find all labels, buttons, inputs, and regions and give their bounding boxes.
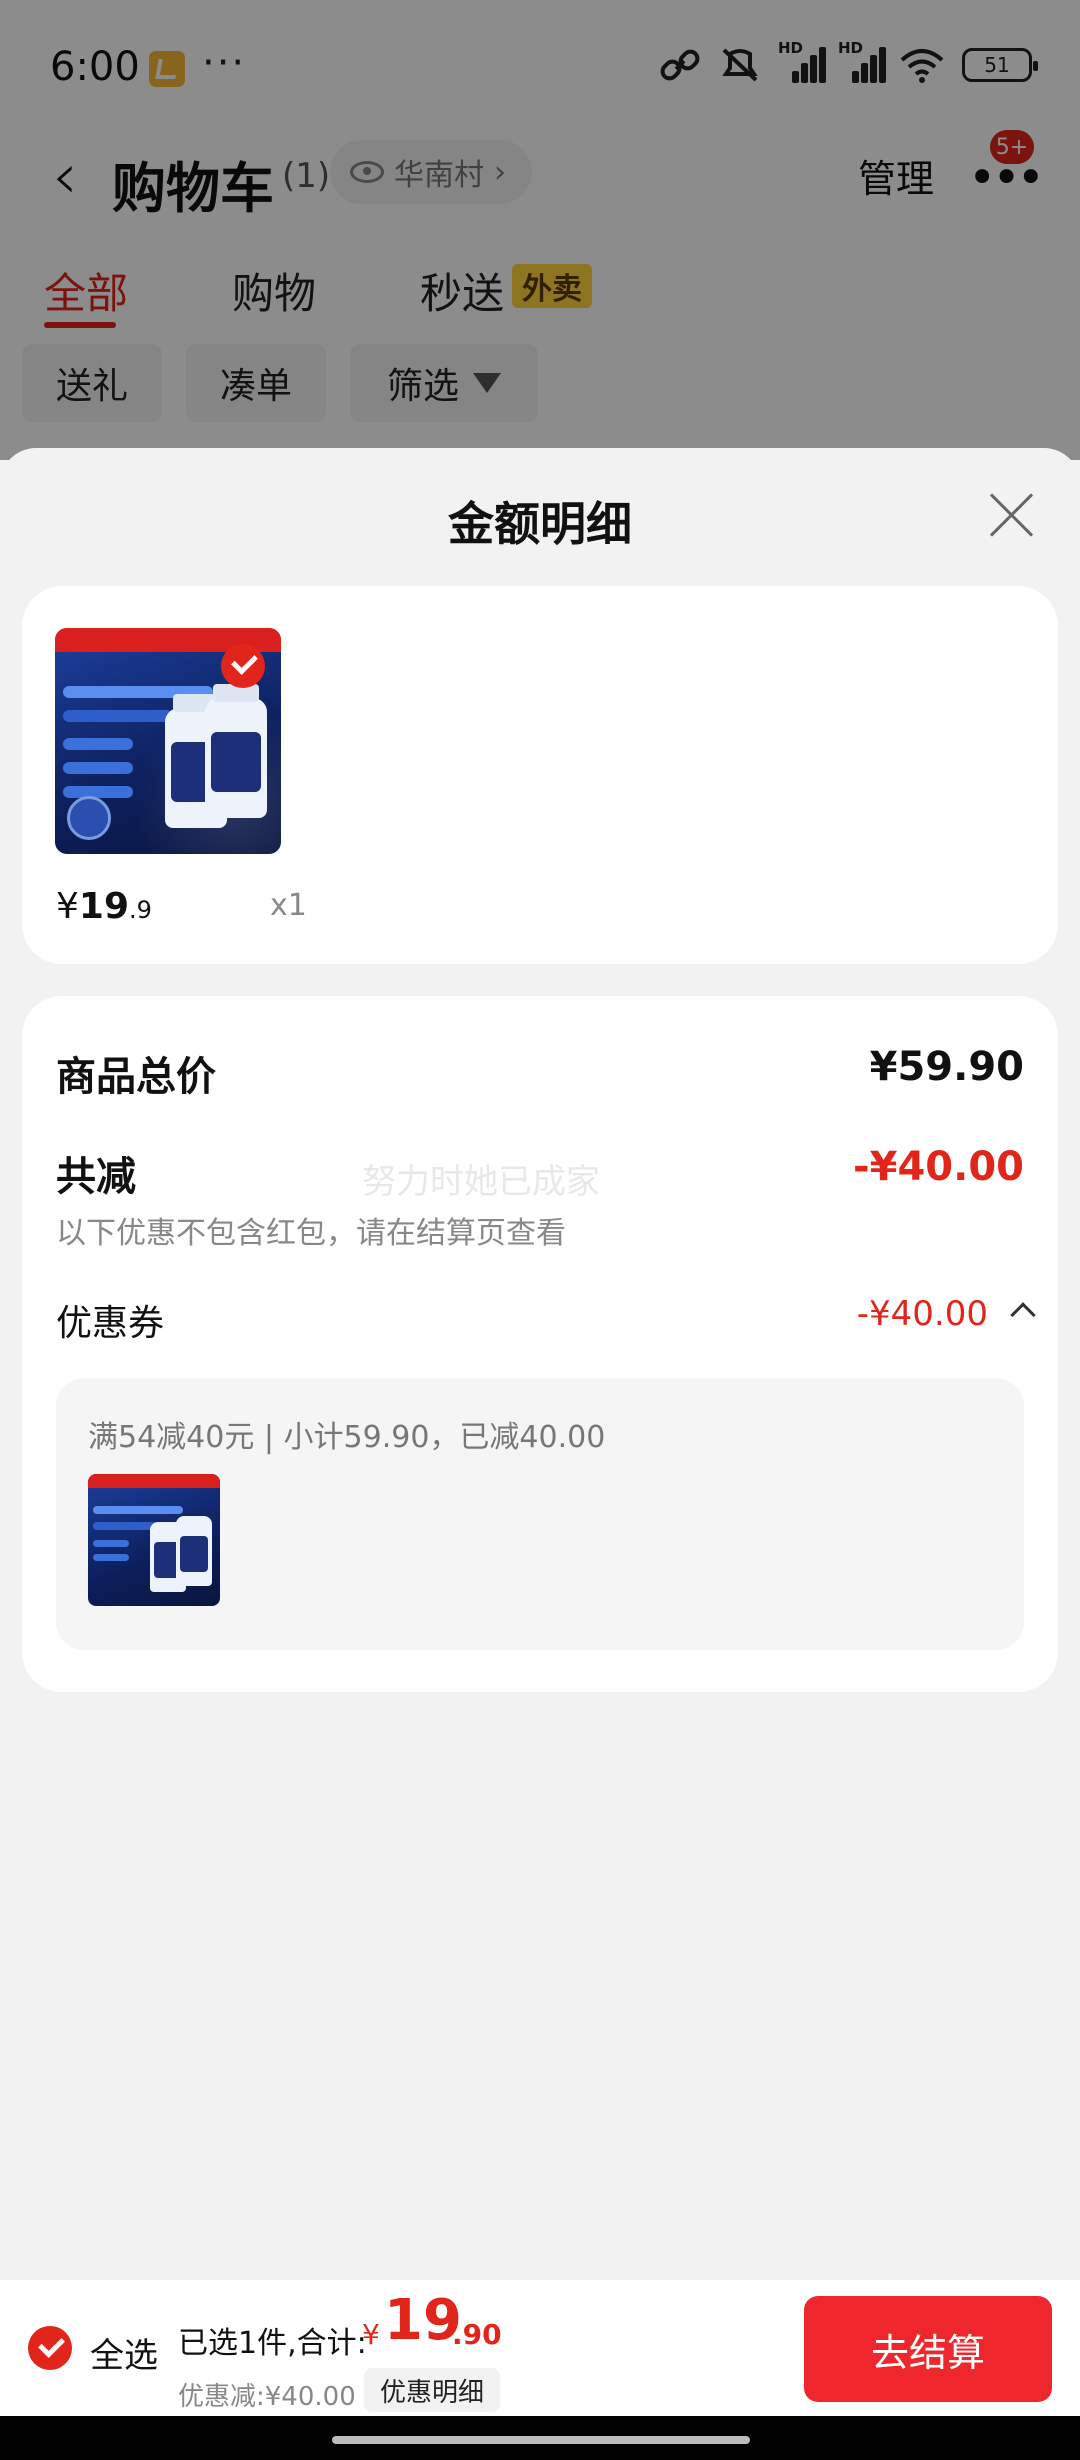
discount-summary: 优惠减:¥40.00 xyxy=(178,2382,356,2412)
reduce-note: 以下优惠不包含红包，请在结算页查看 xyxy=(56,1216,566,1251)
seal-icon xyxy=(67,796,111,840)
amount-detail-sheet: 金额明细 ¥19.9 x1 商品总价 ¥59.90 努力时她已成家 共减 -¥4… xyxy=(0,448,1080,2280)
total-price-value: ¥59.90 xyxy=(869,1044,1024,1090)
chevron-up-icon[interactable] xyxy=(1010,1302,1036,1328)
home-gesture-bar[interactable] xyxy=(332,2436,750,2444)
checkout-button[interactable]: 去结算 xyxy=(804,2296,1052,2402)
product-price: ¥19.9 xyxy=(56,886,152,927)
modal-overlay[interactable] xyxy=(0,0,1080,460)
select-all-check-icon[interactable] xyxy=(28,2326,72,2370)
reduce-label: 共减 xyxy=(56,1154,136,1200)
watermark-text: 努力时她已成家 xyxy=(362,1162,600,1202)
total-currency: ¥ xyxy=(362,2318,380,2351)
total-integer: 19 xyxy=(384,2288,462,2353)
select-all-label[interactable]: 全选 xyxy=(90,2328,158,2377)
price-detail-card: 商品总价 ¥59.90 努力时她已成家 共减 -¥40.00 以下优惠不包含红包… xyxy=(22,996,1058,1692)
coupon-label[interactable]: 优惠券 xyxy=(56,1294,164,1346)
product-quantity: x1 xyxy=(270,888,307,923)
sheet-title: 金额明细 xyxy=(448,497,632,551)
total-price-label: 商品总价 xyxy=(56,1054,216,1100)
product-image[interactable] xyxy=(55,628,281,854)
close-icon[interactable] xyxy=(986,490,1036,540)
coupon-value[interactable]: -¥40.00 xyxy=(857,1294,988,1334)
coupon-description: 满54减40元 | 小计59.90，已减40.00 xyxy=(88,1420,606,1455)
selection-summary: 已选1件,合计: xyxy=(178,2326,367,2361)
discount-detail-button[interactable]: 优惠明细 xyxy=(364,2368,501,2412)
total-decimal: .90 xyxy=(452,2318,502,2351)
selected-check-icon xyxy=(221,644,265,688)
coupon-product-thumbnail[interactable] xyxy=(88,1474,220,1606)
coupon-detail-box: 满54减40元 | 小计59.90，已减40.00 xyxy=(56,1378,1024,1650)
reduce-value: -¥40.00 xyxy=(853,1144,1024,1190)
gesture-area xyxy=(0,2416,1080,2460)
checkout-bar: 全选 已选1件,合计: ¥ 19 .90 优惠减:¥40.00 优惠明细 去结算 xyxy=(0,2280,1080,2416)
product-card: ¥19.9 x1 xyxy=(22,586,1058,964)
